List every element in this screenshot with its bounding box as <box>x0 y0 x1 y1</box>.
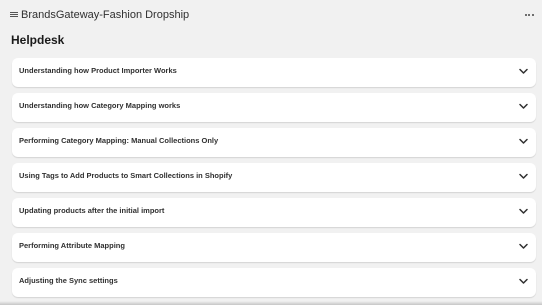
faq-item-label: Understanding how Product Importer Works <box>19 66 177 75</box>
faq-item[interactable]: Performing Attribute Mapping <box>12 233 536 262</box>
faq-item-label: Understanding how Category Mapping works <box>19 101 181 110</box>
faq-item[interactable]: Adjusting the Sync settings <box>12 268 536 297</box>
faq-item-label: Performing Attribute Mapping <box>19 241 125 250</box>
faq-item[interactable]: Performing Category Mapping: Manual Coll… <box>12 128 536 157</box>
faq-item-label: Adjusting the Sync settings <box>19 276 118 285</box>
app-window: BrandsGateway-Fashion Dropship Helpdesk … <box>0 0 542 305</box>
bottom-edge-shadow <box>0 301 542 305</box>
chevron-down-icon[interactable] <box>519 243 528 250</box>
chevron-down-icon[interactable] <box>519 278 528 285</box>
more-horizontal-icon-dot <box>531 14 534 16</box>
faq-item-label: Updating products after the initial impo… <box>19 206 165 215</box>
app-logo-icon <box>10 12 18 17</box>
page-title: Helpdesk <box>11 33 65 47</box>
chevron-down-icon[interactable] <box>519 103 528 110</box>
app-title: BrandsGateway-Fashion Dropship <box>21 9 190 21</box>
faq-item[interactable]: Updating products after the initial impo… <box>12 198 536 227</box>
faq-list: Understanding how Product Importer Works… <box>12 58 536 303</box>
chevron-down-icon[interactable] <box>519 68 528 75</box>
more-actions-button[interactable] <box>522 9 536 21</box>
faq-item[interactable]: Understanding how Product Importer Works <box>12 58 536 87</box>
faq-item[interactable]: Understanding how Category Mapping works <box>12 93 536 122</box>
app-header: BrandsGateway-Fashion Dropship <box>0 0 542 30</box>
more-horizontal-icon <box>524 14 527 16</box>
faq-item[interactable]: Using Tags to Add Products to Smart Coll… <box>12 163 536 192</box>
chevron-down-icon[interactable] <box>519 138 528 145</box>
faq-item-label: Performing Category Mapping: Manual Coll… <box>19 136 219 145</box>
chevron-down-icon[interactable] <box>519 208 528 215</box>
more-horizontal-icon-dot <box>528 14 530 16</box>
chevron-down-icon[interactable] <box>519 173 528 180</box>
faq-item-label: Using Tags to Add Products to Smart Coll… <box>19 171 233 180</box>
